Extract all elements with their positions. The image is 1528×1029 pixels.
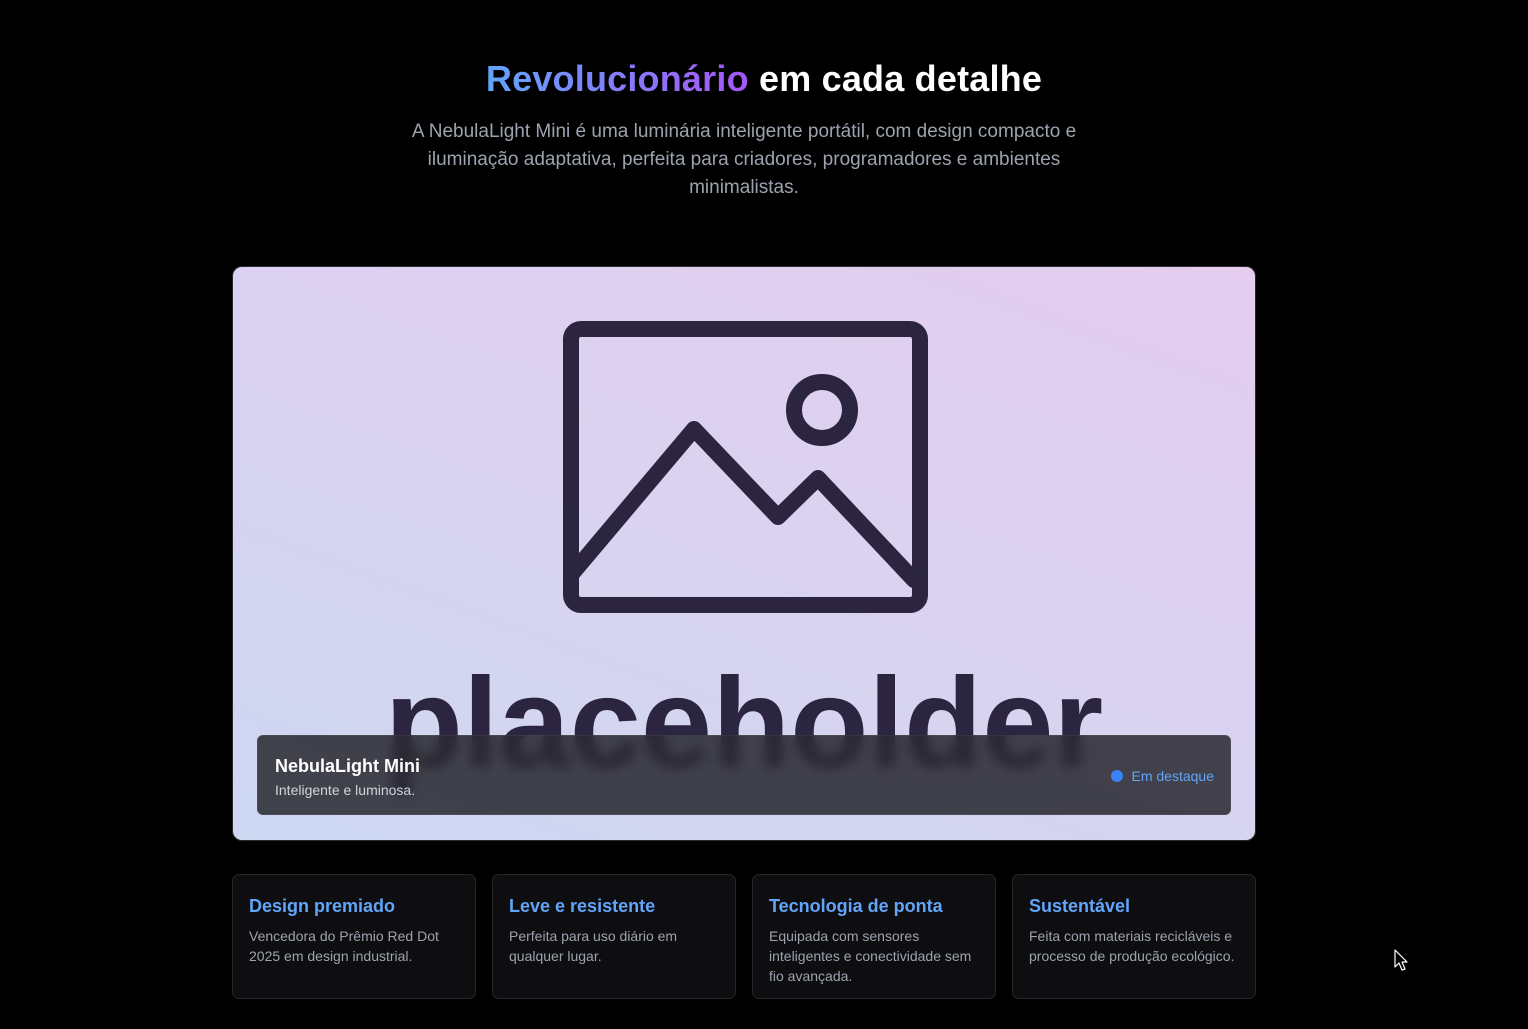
feature-card-sustainable: Sustentável Feita com materiais recicláv…	[1012, 874, 1256, 999]
feature-card-design: Design premiado Vencedora do Prêmio Red …	[232, 874, 476, 999]
hero-description: A NebulaLight Mini é uma luminária intel…	[411, 121, 1077, 198]
feature-card-lightweight: Leve e resistente Perfeita para uso diár…	[492, 874, 736, 999]
feature-title: Leve e resistente	[509, 896, 656, 916]
product-name: NebulaLight Mini	[275, 756, 420, 776]
page: Revolucionário em cada detalhe A NebulaL…	[0, 0, 1528, 1029]
feature-text: Perfeita para uso diário em qualquer lug…	[509, 928, 678, 964]
feature-text: Vencedora do Prêmio Red Dot 2025 em desi…	[249, 928, 439, 964]
feature-text: Feita com materiais recicláveis e proces…	[1029, 928, 1235, 964]
product-showcase: placeholder NebulaLight Mini Inteligente…	[232, 266, 1256, 841]
hero-title: Revolucionário em cada detalhe	[0, 58, 1528, 100]
feature-text: Equipada com sensores inteligentes e con…	[769, 928, 972, 984]
features-grid: Design premiado Vencedora do Prêmio Red …	[232, 874, 1256, 999]
feature-title: Tecnologia de ponta	[769, 896, 943, 916]
product-tagline: Inteligente e luminosa.	[275, 782, 416, 798]
product-caption-bar: NebulaLight Mini Inteligente e luminosa.…	[257, 735, 1231, 815]
status-dot-icon	[1110, 770, 1123, 782]
feature-title: Sustentável	[1029, 896, 1131, 916]
feature-card-technology: Tecnologia de ponta Equipada com sensore…	[752, 874, 996, 999]
hero-title-highlight: Revolucionário	[485, 58, 749, 99]
hero-title-rest: em cada detalhe	[748, 58, 1043, 99]
featured-badge: Em destaque	[1110, 768, 1215, 784]
mouse-pointer-icon	[1394, 949, 1408, 971]
feature-title: Design premiado	[249, 896, 396, 916]
featured-badge-label: Em destaque	[1131, 768, 1215, 784]
